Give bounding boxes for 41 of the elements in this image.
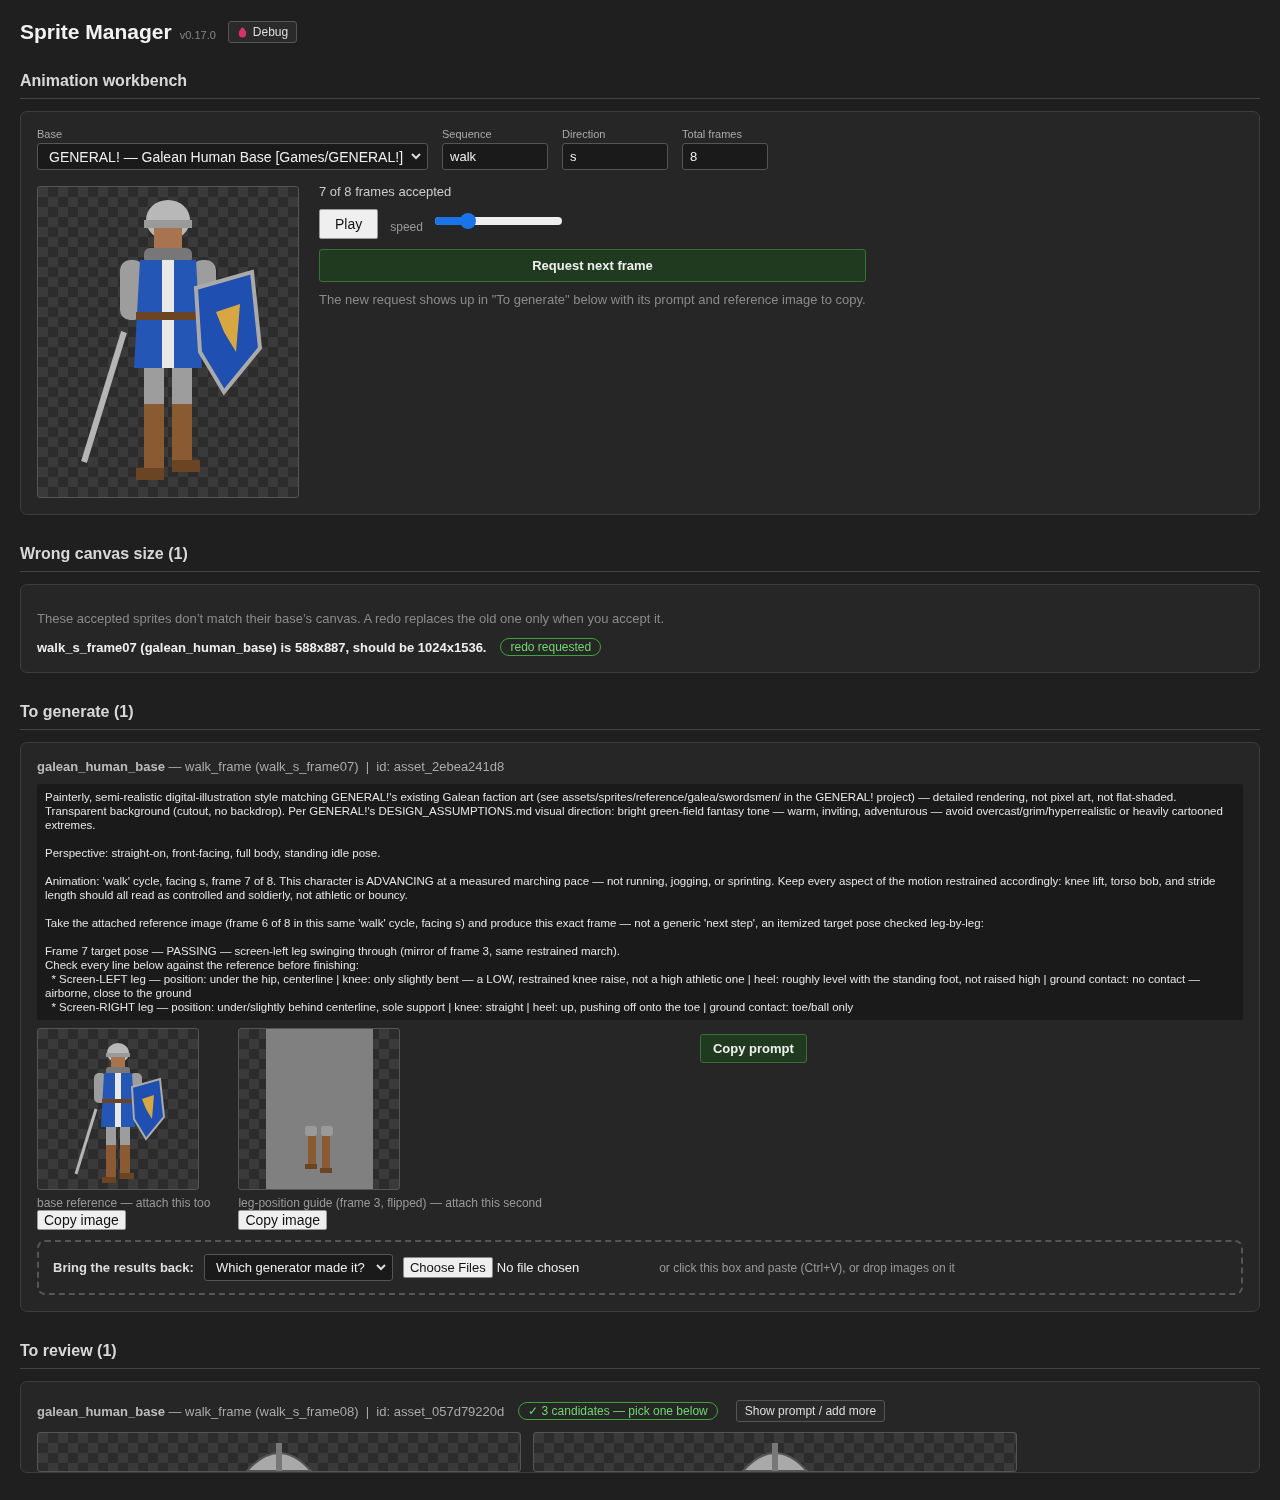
section-heading: To generate (1)	[20, 703, 1260, 730]
speed-label: speed	[390, 220, 423, 234]
intro-text: These accepted sprites don’t match their base’s canvas. A redo replaces the old one only when you accept it.	[37, 611, 666, 626]
field-label: Direction	[562, 128, 607, 140]
text-input[interactable]: s	[562, 143, 669, 170]
text-input[interactable]: walk	[442, 143, 549, 170]
section-heading: Wrong canvas size (1)	[20, 545, 1260, 572]
upload-label: Bring the results back:	[53, 1260, 194, 1275]
upload-hint: or click this box and paste (Ctrl+V), or drop images on it	[659, 1260, 955, 1275]
debug-button[interactable]: Debug	[227, 21, 298, 43]
frames-status: 7 of 8 frames accepted	[319, 184, 453, 199]
canvas-mismatch-text: walk_s_frame07 (galean_human_base) is 588x887, should be 1024x1536.	[37, 639, 487, 655]
play-button[interactable]: Play	[319, 209, 379, 239]
app-title: Sprite Manager	[20, 20, 172, 44]
bug-icon	[236, 26, 248, 38]
field-label: Sequence	[442, 128, 493, 140]
image-caption: base reference — attach this too	[37, 1196, 211, 1210]
base-select[interactable]: GENERAL! — Galean Human Base [Games/GENERAL!]	[37, 143, 429, 170]
copy-image-button[interactable]: Copy image	[37, 1210, 126, 1230]
section-heading: To review (1)	[20, 1342, 1260, 1369]
prompt-text: Painterly, semi-realistic digital-illustration style matching GENERAL!'s existing Galean faction art (see assets/sprites/reference/galea/swordsmen/ in the GENERAL! project) — detailed rendering, not pixel art, not flat-shaded. Transparent background (cutout, no backdrop). Per GENERAL!'s DESIGN_ASSUMPTIONS.md visual direction: bright green-field fantasy tone — warm, inviting, adventurous — avoid overcast/grim/hyperrealistic or heavily cartooned extremes. Perspective: straight-on, front-facing, full body, standing idle pose. Animation: 'walk' cycle, facing s, frame 7 of 8. This character is ADVANCING at a measured marching pace — not running, jogging, or sprinting. Keep every aspect of the motion restrained accordingly: knee lift, torso bob, and stride length should all read as controlled and soldierly, not athletic or bouncy. Take the attached reference image (frame 6 of 8 in this same 'walk' cycle, facing s) and produce this exact frame — not a generic 'next step', an itemized target pose checked leg-by-leg: Frame 7 target pose — PASSING — screen-left leg swinging through (mirror of frame 3, same restrained march). Check every line below against the reference before finishing: * Screen-LEFT leg — position: under the hip, centerline | knee: only slightly bent — a LOW, restrained knee raise, not a high athletic one | heel: roughly level with the standing foot, not raised high | ground contact: no contact — airborne, close to the ground * Screen-RIGHT leg — position: under/slightly behind centerline, sole support | knee: straight | heel: up, pushing off onto the toe | ground contact: toe/ball only	[37, 784, 1243, 1020]
section-heading: Animation workbench	[20, 72, 1260, 99]
request-frame-button[interactable]: Request next frame	[319, 249, 866, 282]
chevron-icon	[411, 153, 422, 160]
asset-meta: galean_human_base — walk_frame (walk_s_frame07) | id: asset_2ebea241d8	[37, 759, 506, 774]
field-label: Base	[37, 128, 64, 140]
file-status: No file chosen	[496, 1260, 580, 1275]
chevron-icon	[375, 1264, 386, 1271]
image-caption: leg-position guide (frame 3, flipped) — attach this second	[238, 1196, 542, 1210]
asset-meta: galean_human_base — walk_frame (walk_s_frame08) | id: asset_057d79220d	[37, 1403, 505, 1419]
slider-thumb[interactable]	[459, 213, 476, 229]
text-input[interactable]: 8	[682, 143, 769, 170]
generator-select[interactable]: Which generator made it?	[203, 1254, 393, 1281]
show-prompt-button[interactable]: Show prompt / add more	[735, 1400, 886, 1422]
copy-prompt-button[interactable]: Copy prompt	[699, 1034, 807, 1063]
choose-files-button[interactable]: Choose Files	[402, 1257, 493, 1278]
hint-text: The new request shows up in "To generate" below with its prompt and reference image to copy.	[319, 292, 866, 307]
upload-dropzone[interactable]: Bring the results back: Which generator made it? Choose Files No file chosen or click this box and paste (Ctrl+V), or drop images on it	[37, 1240, 1243, 1295]
copy-image-button[interactable]: Copy image	[238, 1210, 328, 1230]
field-label: Total frames	[682, 128, 743, 140]
version-label: v0.17.0	[179, 29, 216, 41]
